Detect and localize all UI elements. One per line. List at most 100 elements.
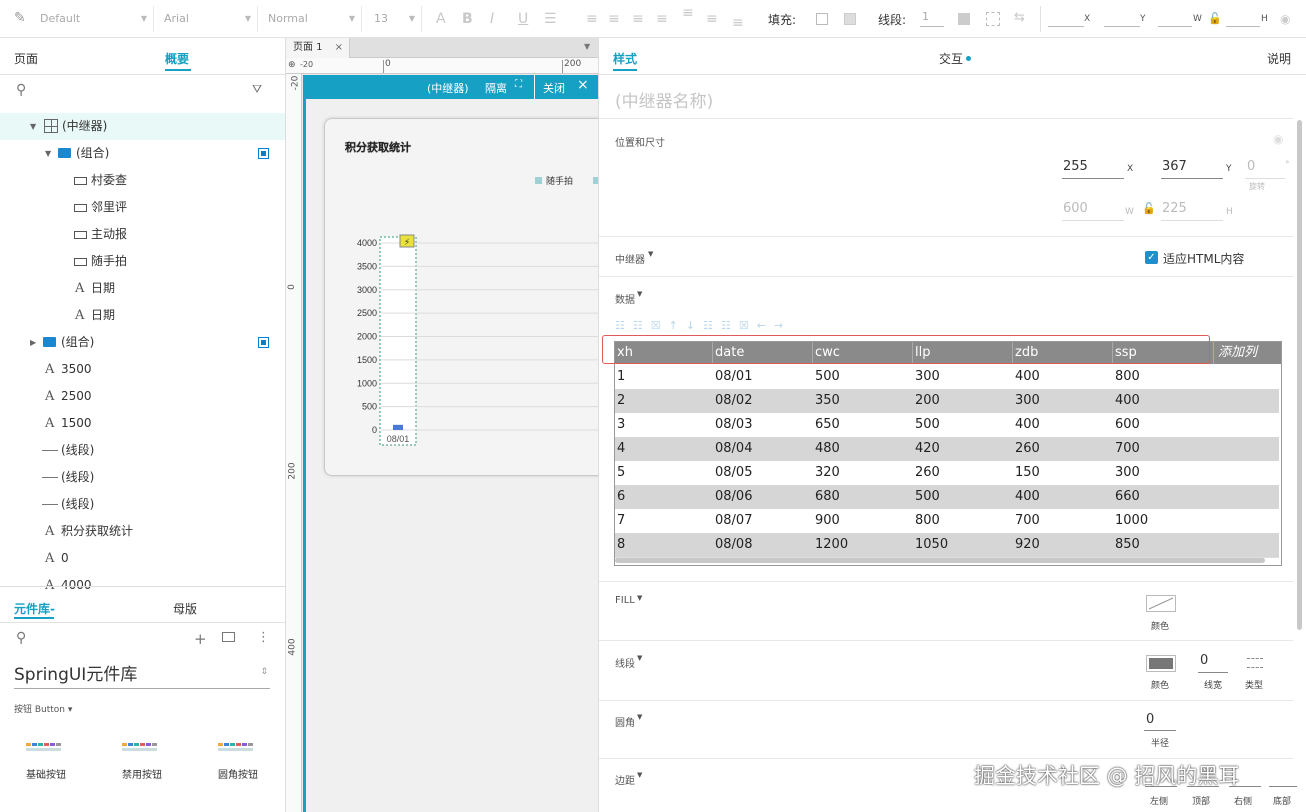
- grid-scrollbar-vertical[interactable]: [1281, 366, 1282, 470]
- tree-item[interactable]: 随手拍: [0, 248, 285, 275]
- w-input[interactable]: [1158, 26, 1192, 27]
- tree-item[interactable]: ▼ (中继器): [0, 113, 285, 140]
- table-row[interactable]: 5 08/05 320 260 150 300: [615, 461, 1279, 485]
- lock-icon[interactable]: 🔓: [1208, 12, 1222, 25]
- grid-cell[interactable]: 300: [1113, 461, 1140, 485]
- grid-cell[interactable]: 660: [1113, 485, 1140, 509]
- align-center-icon[interactable]: ≡: [608, 10, 620, 28]
- tab-library[interactable]: 元件库-: [14, 600, 55, 617]
- style-select[interactable]: Default ▼: [36, 6, 154, 32]
- line-color-swatch[interactable]: [1146, 655, 1176, 672]
- grid-cell[interactable]: 200: [913, 389, 940, 413]
- panel-scrollbar[interactable]: [1297, 120, 1302, 630]
- fill-color-swatch[interactable]: [1146, 595, 1176, 612]
- chevron-down-icon[interactable]: ▼: [30, 113, 36, 140]
- grid-cell[interactable]: 920: [1013, 533, 1040, 557]
- w-input[interactable]: 600: [1063, 201, 1088, 216]
- close-icon[interactable]: ×: [335, 38, 343, 58]
- grid-cell[interactable]: 400: [1013, 485, 1040, 509]
- close-icon[interactable]: ×: [577, 77, 589, 93]
- filter-icon[interactable]: ⛛: [252, 82, 262, 97]
- tree-item[interactable]: A0: [0, 545, 285, 572]
- grid-cell[interactable]: 150: [1013, 461, 1040, 485]
- x-input[interactable]: [1048, 26, 1084, 27]
- grid-cell[interactable]: 1000: [1113, 509, 1148, 533]
- selected-item-frame[interactable]: [379, 236, 417, 446]
- x-input[interactable]: 255: [1063, 159, 1088, 174]
- grid-cell[interactable]: 1050: [913, 533, 948, 557]
- tree-item[interactable]: A 1500: [0, 410, 285, 437]
- search-icon[interactable]: ⚲: [16, 630, 26, 646]
- tree-item[interactable]: 主动报: [0, 221, 285, 248]
- chevron-down-icon[interactable]: ▼: [584, 42, 590, 51]
- grid-cell[interactable]: 400: [1013, 413, 1040, 437]
- h-input[interactable]: 225: [1162, 201, 1187, 216]
- grid-cell[interactable]: 08/05: [713, 461, 752, 485]
- delete-col-icon[interactable]: ☒: [739, 319, 757, 332]
- data-section[interactable]: 数据: [615, 291, 635, 306]
- grid-cell[interactable]: 350: [813, 389, 840, 413]
- tab-interactions[interactable]: 交互: [939, 50, 963, 67]
- font-size-select[interactable]: 13 ▼: [370, 6, 422, 32]
- add-icon[interactable]: +: [194, 630, 207, 648]
- grid-cell[interactable]: 3: [615, 413, 625, 437]
- grid-cell[interactable]: 300: [1013, 389, 1040, 413]
- tree-item[interactable]: A 3500: [0, 356, 285, 383]
- grid-cell[interactable]: 700: [1113, 437, 1140, 461]
- bullet-list-icon[interactable]: ☰: [544, 10, 557, 28]
- fill-color-swatch[interactable]: [816, 13, 828, 25]
- table-row[interactable]: 6 08/06 680 500 400 660: [615, 485, 1279, 509]
- move-right-icon[interactable]: →: [774, 319, 791, 332]
- widget-rounded-button[interactable]: [218, 740, 258, 754]
- fill-section[interactable]: FILL: [615, 595, 635, 606]
- page-tab[interactable]: 页面 1 ×: [286, 38, 350, 58]
- grid-cell[interactable]: 260: [1013, 437, 1040, 461]
- grid-cell[interactable]: 900: [813, 509, 840, 533]
- grid-cell[interactable]: 260: [913, 461, 940, 485]
- lock-icon[interactable]: 🔓: [1142, 202, 1156, 215]
- style-painter-icon[interactable]: ✎: [14, 9, 26, 27]
- visibility-toggle[interactable]: [258, 337, 269, 348]
- tab-style[interactable]: 样式: [613, 50, 637, 67]
- add-column-button[interactable]: 添加列: [1214, 342, 1258, 364]
- tab-masters[interactable]: 母版: [173, 600, 197, 617]
- corner-section[interactable]: 圆角: [615, 714, 635, 729]
- move-left-icon[interactable]: ←: [757, 319, 774, 332]
- align-bottom-icon[interactable]: ≡: [732, 14, 744, 32]
- underline-icon[interactable]: U: [518, 10, 528, 28]
- grid-cell[interactable]: 5: [615, 461, 625, 485]
- close-edit-button[interactable]: 关闭: [543, 80, 565, 96]
- grid-cell[interactable]: 420: [913, 437, 940, 461]
- corner-radius-input[interactable]: 0: [1146, 712, 1154, 727]
- grid-cell[interactable]: 680: [813, 485, 840, 509]
- tree-item[interactable]: (线段): [0, 464, 285, 491]
- insert-row-icon[interactable]: ☷: [615, 319, 633, 332]
- margin-bottom-input[interactable]: [1269, 786, 1297, 787]
- table-row[interactable]: 2 08/02 350 200 300 400: [615, 389, 1279, 413]
- grid-cell[interactable]: 850: [1113, 533, 1140, 557]
- grid-cell[interactable]: 300: [913, 365, 940, 389]
- italic-icon[interactable]: I: [490, 10, 494, 28]
- repeater-section[interactable]: 中继器: [615, 251, 645, 266]
- font-family-select[interactable]: Arial ▼: [160, 6, 258, 32]
- line-color-swatch[interactable]: [958, 13, 970, 25]
- y-input[interactable]: 367: [1162, 159, 1187, 174]
- repeater-name-input[interactable]: (中继器名称): [615, 87, 713, 112]
- fill-shadow-icon[interactable]: [844, 13, 856, 25]
- font-weight-select[interactable]: Normal ▼: [264, 6, 362, 32]
- grid-cell[interactable]: 600: [1113, 413, 1140, 437]
- align-middle-icon[interactable]: ≡: [706, 10, 718, 28]
- isolate-button[interactable]: 隔离: [485, 80, 507, 96]
- grid-cell[interactable]: 1: [615, 365, 625, 389]
- table-row[interactable]: 7 08/07 900 800 700 1000: [615, 509, 1279, 533]
- grid-cell[interactable]: 1200: [813, 533, 848, 557]
- tree-item[interactable]: 邻里评: [0, 194, 285, 221]
- grid-cell[interactable]: 2: [615, 389, 625, 413]
- chevron-down-icon[interactable]: ▼: [45, 140, 51, 167]
- grid-cell[interactable]: 500: [913, 413, 940, 437]
- move-up-icon[interactable]: ↑: [669, 319, 686, 332]
- align-left-icon[interactable]: ≡: [586, 10, 598, 28]
- grid-cell[interactable]: 500: [913, 485, 940, 509]
- font-color-icon[interactable]: A: [436, 10, 446, 28]
- table-row[interactable]: 3 08/03 650 500 400 600: [615, 413, 1279, 437]
